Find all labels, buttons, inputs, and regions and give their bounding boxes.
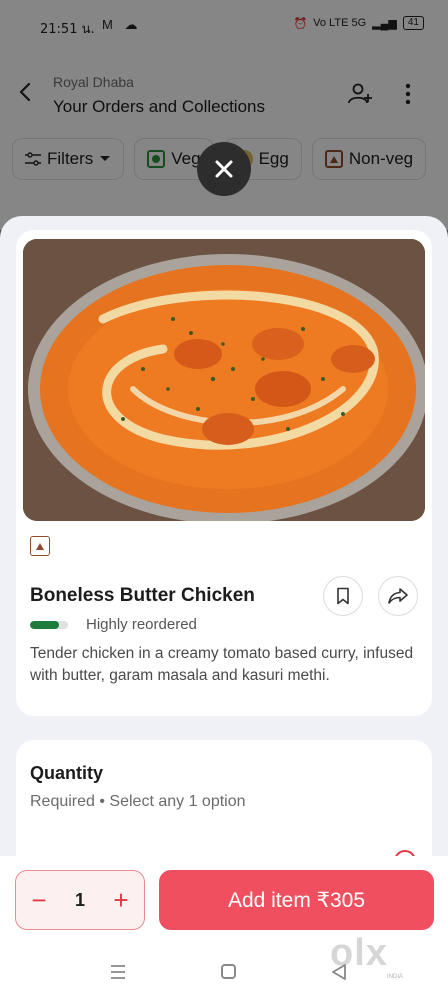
bookmark-icon: [337, 587, 349, 605]
reorder-fill: [30, 620, 59, 629]
share-button[interactable]: [378, 576, 418, 616]
nonveg-badge-icon: [30, 536, 50, 556]
share-icon: [388, 588, 408, 604]
dish-description: Tender chicken in a creamy tomato based …: [30, 645, 414, 684]
add-item-button[interactable]: Add item ₹305: [159, 870, 434, 930]
bookmark-button[interactable]: [323, 576, 363, 616]
dish-card: Boneless Butter Chicken Highly reordered…: [16, 230, 432, 716]
close-icon: [215, 160, 233, 178]
increment-button[interactable]: +: [108, 887, 134, 913]
dish-image: [23, 239, 425, 521]
quantity-subtitle: Required • Select any 1 option: [30, 793, 246, 810]
butter-chicken-photo: [23, 239, 425, 521]
nav-menu-icon[interactable]: [110, 963, 126, 981]
decrement-button[interactable]: −: [26, 887, 52, 913]
dish-name: Boneless Butter Chicken: [30, 585, 255, 606]
quantity-title: Quantity: [30, 763, 104, 783]
quantity-value: 1: [74, 889, 85, 910]
close-sheet-button[interactable]: [197, 142, 251, 196]
nav-home-icon[interactable]: [221, 964, 236, 979]
quantity-stepper: − 1 +: [15, 870, 145, 930]
nav-back-icon[interactable]: [331, 963, 347, 981]
reorder-label: Highly reordered: [86, 616, 197, 633]
reorder-bar: [30, 620, 68, 629]
system-nav-bar: [0, 955, 448, 990]
reorder-indicator: Highly reordered: [30, 616, 197, 633]
